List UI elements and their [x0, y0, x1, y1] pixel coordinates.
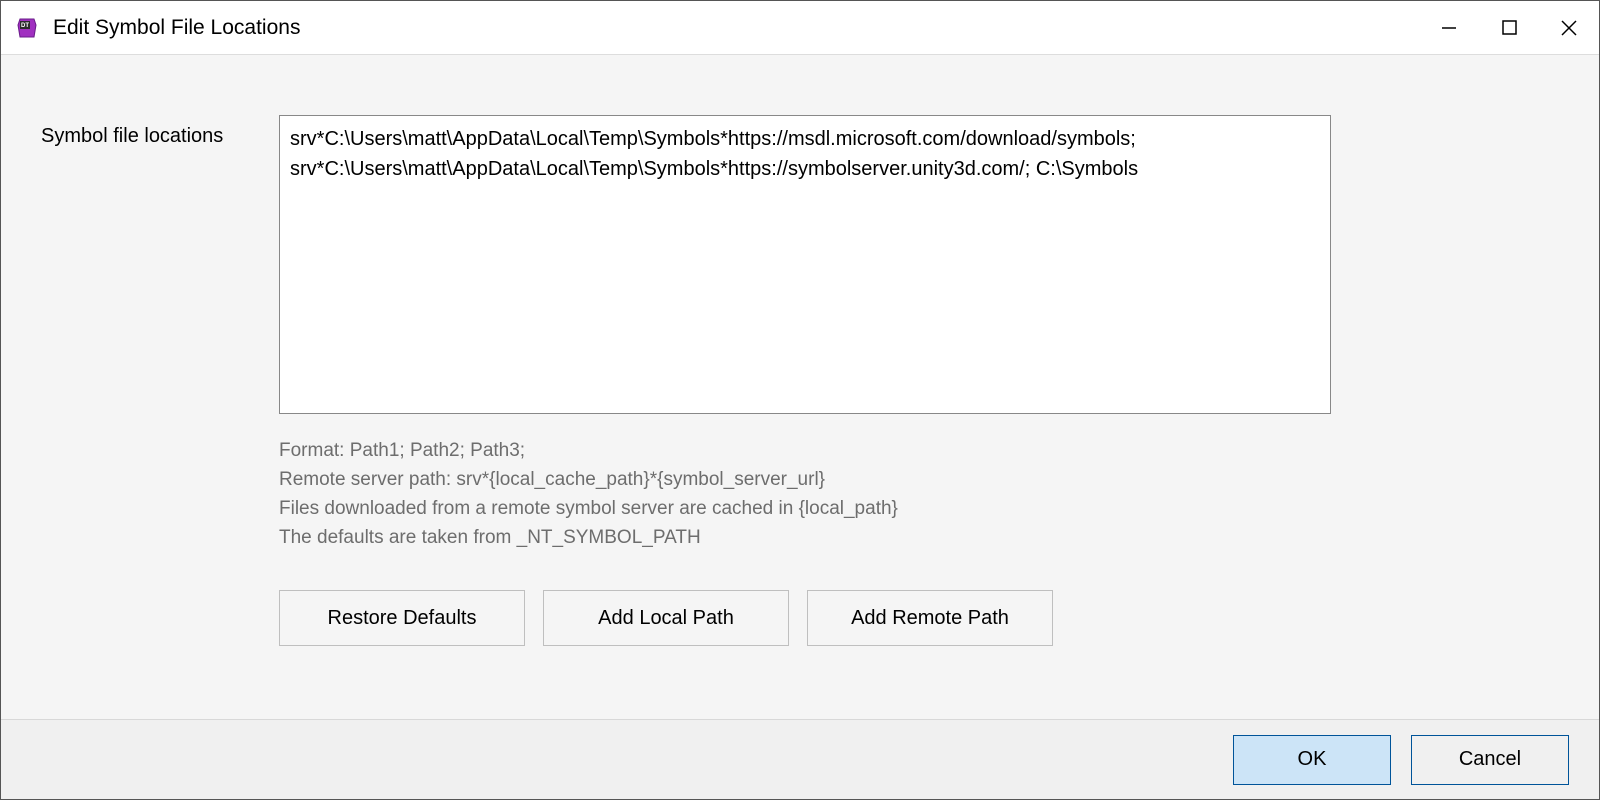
help-line: Files downloaded from a remote symbol se…: [279, 494, 1559, 523]
close-button[interactable]: [1539, 1, 1599, 55]
help-line: Format: Path1; Path2; Path3;: [279, 436, 1559, 465]
cancel-button[interactable]: Cancel: [1411, 735, 1569, 785]
locations-label: Symbol file locations: [41, 115, 279, 148]
help-text: Format: Path1; Path2; Path3; Remote serv…: [279, 436, 1559, 552]
locations-textarea[interactable]: [279, 115, 1331, 414]
restore-defaults-button[interactable]: Restore Defaults: [279, 590, 525, 646]
add-remote-path-button[interactable]: Add Remote Path: [807, 590, 1053, 646]
svg-text:DT: DT: [21, 23, 29, 29]
dialog-footer: OK Cancel: [1, 719, 1599, 799]
action-buttons: Restore Defaults Add Local Path Add Remo…: [279, 590, 1559, 646]
help-line: Remote server path: srv*{local_cache_pat…: [279, 465, 1559, 494]
minimize-icon: [1441, 20, 1457, 36]
maximize-button[interactable]: [1479, 1, 1539, 55]
ok-button[interactable]: OK: [1233, 735, 1391, 785]
window-title: Edit Symbol File Locations: [53, 16, 300, 40]
maximize-icon: [1502, 20, 1517, 35]
dialog-content: Symbol file locations Format: Path1; Pat…: [1, 55, 1599, 719]
help-line: The defaults are taken from _NT_SYMBOL_P…: [279, 523, 1559, 552]
close-icon: [1561, 20, 1577, 36]
titlebar: DT Edit Symbol File Locations: [1, 1, 1599, 55]
minimize-button[interactable]: [1419, 1, 1479, 55]
app-icon: DT: [15, 16, 39, 40]
add-local-path-button[interactable]: Add Local Path: [543, 590, 789, 646]
